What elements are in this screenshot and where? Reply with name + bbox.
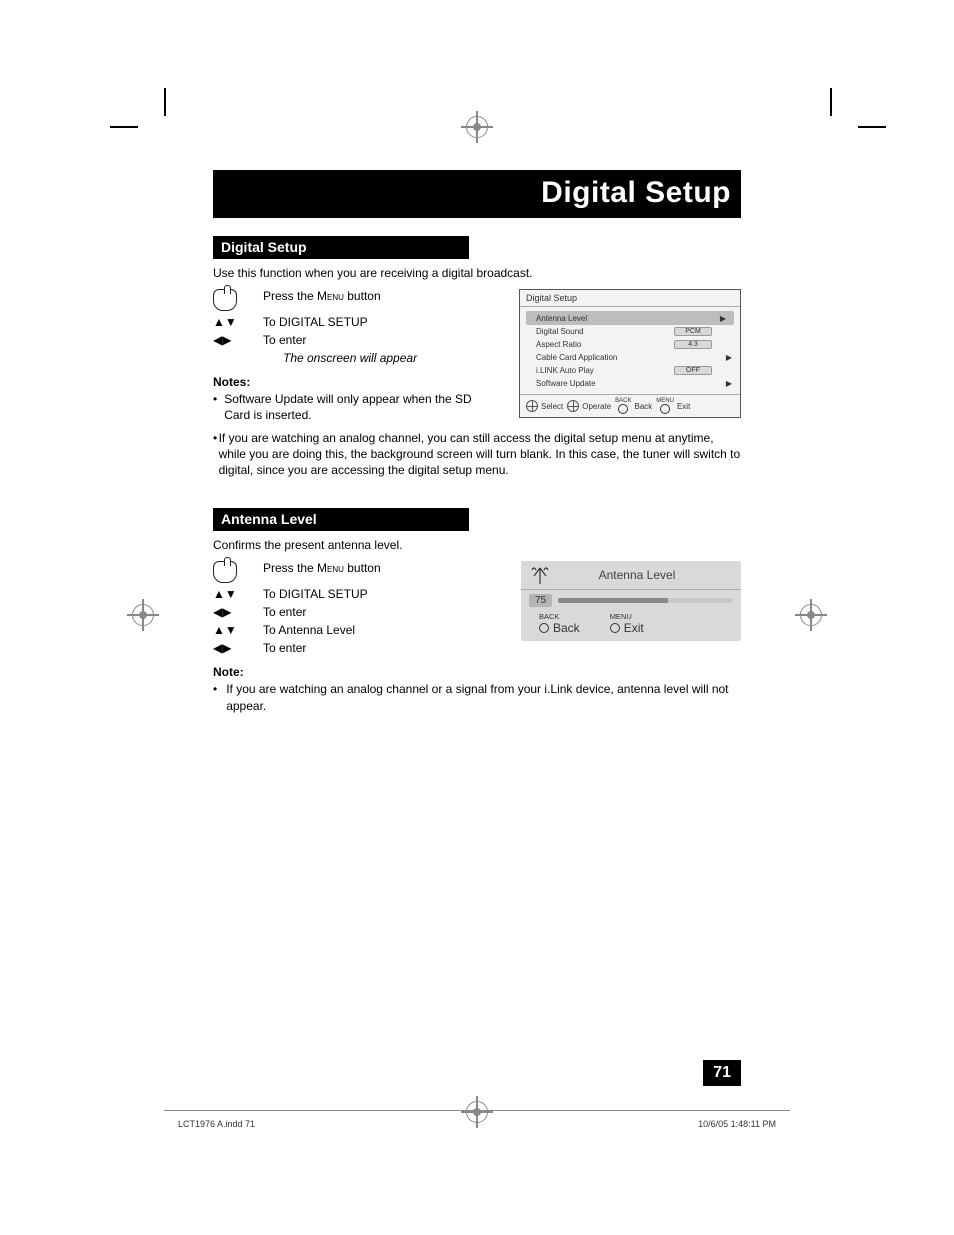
section1-intro: Use this function when you are receiving… [213,265,741,281]
step-row: Press the Menu button [213,561,497,583]
step-row: ▲▼ To DIGITAL SETUP [213,315,495,329]
chevron-right-icon: ▶ [718,314,728,323]
onscreen-appear-note: The onscreen will appear [283,351,495,365]
osd-row-antenna-level: Antenna Level ▶ [526,311,734,325]
step-text: To Antenna Level [263,623,355,637]
osd-value: 4:3 [674,340,712,349]
digital-setup-osd-panel: Digital Setup Antenna Level ▶ Digital So… [519,289,741,418]
section-heading-digital-setup: Digital Setup [213,236,469,259]
step-row: ◀▶ To enter [213,333,495,347]
step-text: To enter [263,605,306,619]
left-right-arrows-icon: ◀▶ [213,605,243,619]
bullet-icon: • [213,391,224,423]
osd-row-aspect-ratio: Aspect Ratio 4:3 [520,338,740,351]
dpad-icon [567,400,579,412]
registration-mark-icon [466,1101,488,1123]
button-icon [618,404,628,414]
notes-heading: Notes: [213,375,495,389]
osd-row-software-update: Software Update ▶ [520,377,740,390]
chevron-right-icon: ▶ [724,353,734,362]
left-right-arrows-icon: ◀▶ [213,641,243,655]
left-right-arrows-icon: ◀▶ [213,333,243,347]
page-content: Digital Setup Digital Setup Use this fun… [213,170,741,714]
section-heading-antenna-level: Antenna Level [213,508,469,531]
step-text: To DIGITAL SETUP [263,587,368,601]
osd-title: Digital Setup [520,290,740,306]
step-text: To DIGITAL SETUP [263,315,368,329]
step-row: ◀▶ To enter [213,605,497,619]
footer-timestamp: 10/6/05 1:48:11 PM [698,1119,776,1129]
section1-steps: Press the Menu button ▲▼ To DIGITAL SETU… [213,289,495,423]
step-text: Press the Menu button [263,561,381,575]
page-title: Digital Setup [213,170,741,218]
osd-row-digital-sound: Digital Sound PCM [520,325,740,338]
note-heading: Note: [213,665,497,679]
hand-press-icon [213,561,243,583]
button-icon [660,404,670,414]
dpad-icon [526,400,538,412]
button-icon [539,623,549,633]
crop-mark [138,116,166,128]
osd-menu-list: Antenna Level ▶ Digital Sound PCM Aspect… [520,306,740,395]
registration-mark-icon [466,116,488,138]
osd-footer: Select Operate BACKBack MENUExit [520,395,740,417]
osd-value: OFF [674,366,712,375]
step-row: ◀▶ To enter [213,641,497,655]
step-text: To enter [263,641,306,655]
osd-value: PCM [674,327,712,336]
osd-row-cable-card: Cable Card Application ▶ [520,351,740,364]
bullet-icon: • [213,681,226,713]
step-row: ▲▼ To DIGITAL SETUP [213,587,497,601]
hand-press-icon [213,289,243,311]
antenna-icon [529,566,551,584]
note-bullet: • Software Update will only appear when … [213,391,495,423]
section2-intro: Confirms the present antenna level. [213,537,741,553]
button-icon [610,623,620,633]
antenna-level-osd-panel: Antenna Level 75 BACK Back MENU Exit [521,561,741,641]
note-bullet: • If you are watching an analog channel,… [213,430,741,479]
antenna-level-bar [558,598,733,603]
step-row: Press the Menu button [213,289,495,311]
page-number: 71 [703,1060,741,1086]
osd-row-ilink: i.LINK Auto Play OFF [520,364,740,377]
page-number-wrap: 71 [213,1060,741,1090]
up-down-arrows-icon: ▲▼ [213,587,243,601]
note-bullet: • If you are watching an analog channel … [213,681,741,713]
manual-page: Digital Setup Digital Setup Use this fun… [0,0,954,1235]
step-text: Press the Menu button [263,289,381,303]
chevron-right-icon: ▶ [724,379,734,388]
footer-rule [164,1110,790,1111]
step-row: ▲▼ To Antenna Level [213,623,497,637]
crop-mark [830,116,886,128]
section2-steps: Press the Menu button ▲▼ To DIGITAL SETU… [213,561,497,679]
registration-mark-icon [800,604,822,626]
registration-mark-icon [132,604,154,626]
footer-filename: LCT1976 A.indd 71 [178,1119,255,1129]
step-text: To enter [263,333,306,347]
al-panel-title: Antenna Level [561,568,733,582]
antenna-level-value: 75 [529,594,552,607]
up-down-arrows-icon: ▲▼ [213,315,243,329]
up-down-arrows-icon: ▲▼ [213,623,243,637]
